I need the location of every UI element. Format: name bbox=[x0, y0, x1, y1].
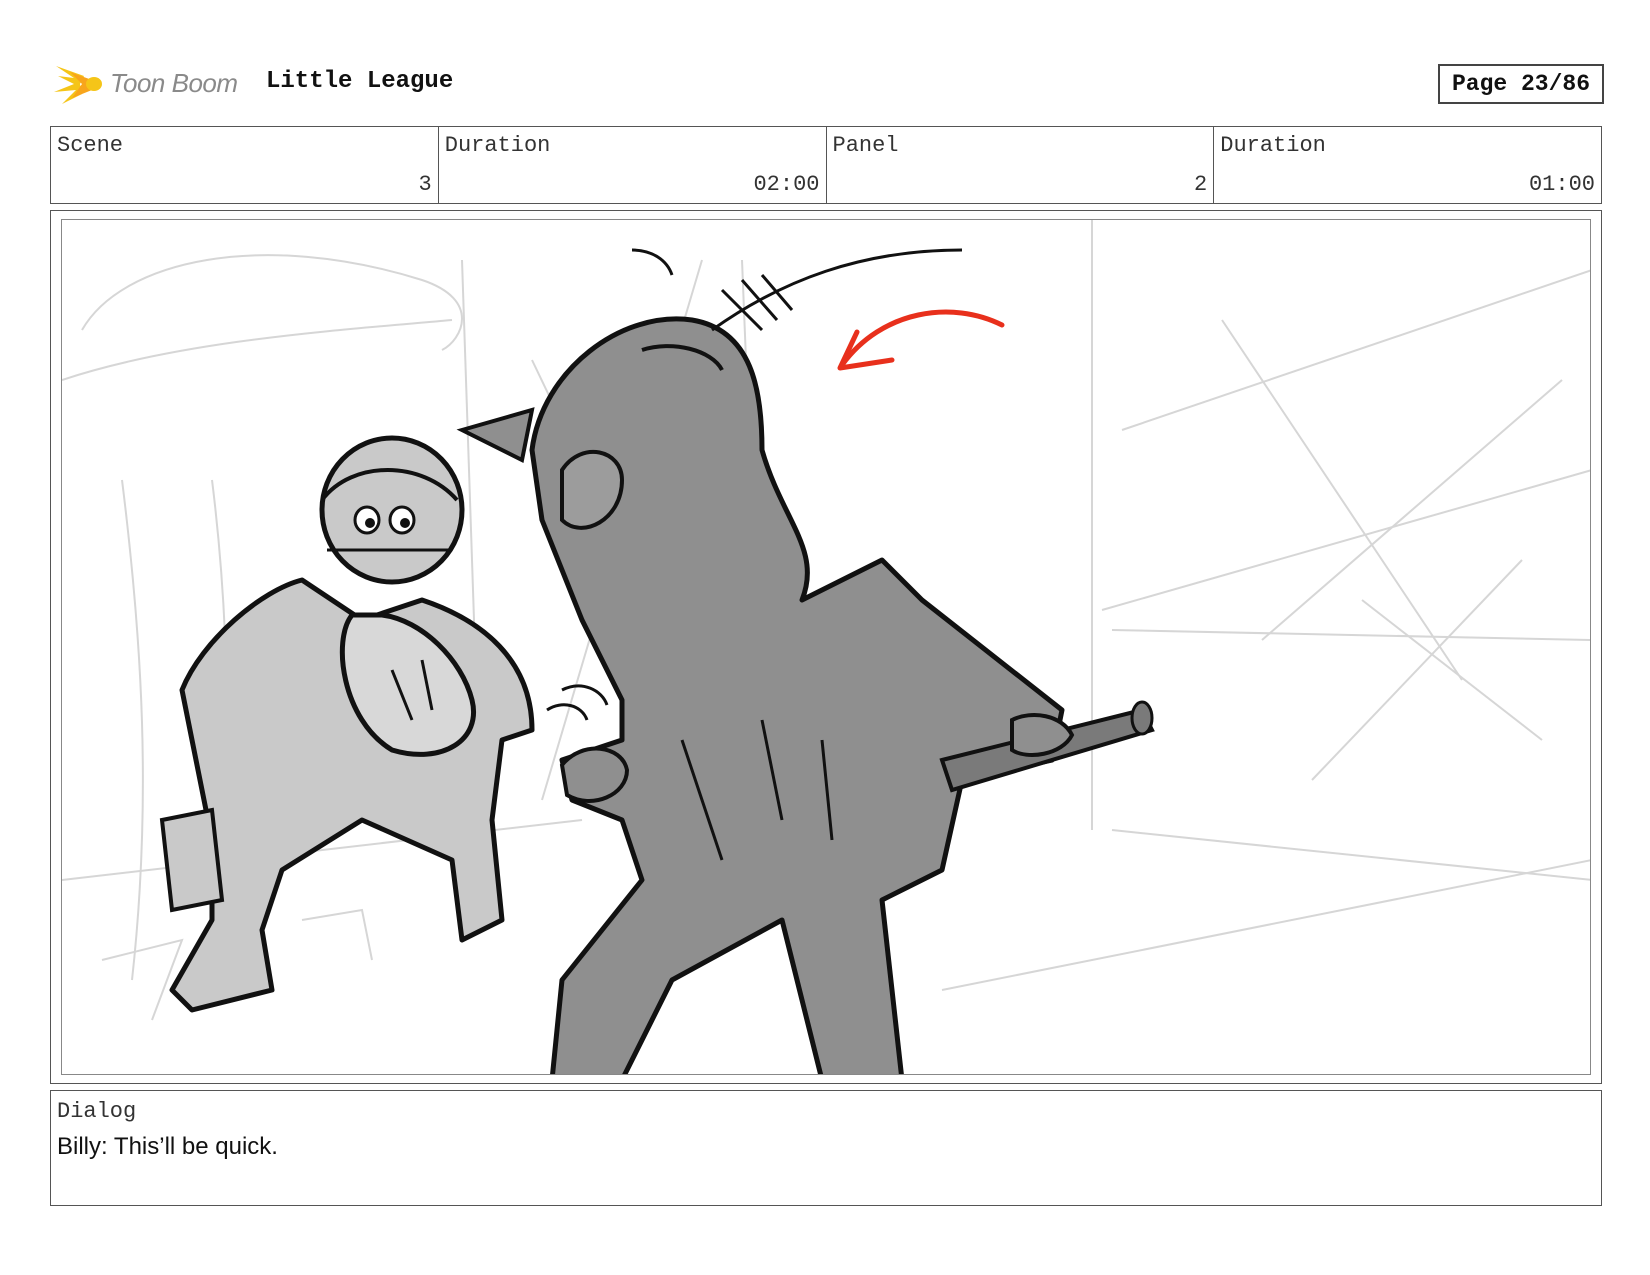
panel-frame bbox=[50, 210, 1602, 1084]
starburst-logo-icon bbox=[54, 66, 102, 104]
scene-cell: Scene 3 bbox=[51, 127, 439, 203]
panel-duration-label: Duration bbox=[1220, 133, 1326, 158]
logo-text: Toon Boom bbox=[110, 68, 238, 98]
panel-label: Panel bbox=[832, 133, 899, 158]
panel-drawing bbox=[61, 219, 1591, 1075]
dialog-label: Dialog bbox=[57, 1099, 137, 1124]
info-row: Scene 3 Duration 02:00 Panel 2 Duration … bbox=[50, 126, 1602, 204]
scene-label: Scene bbox=[57, 133, 124, 158]
project-title: Little League bbox=[266, 68, 454, 95]
panel-cell: Panel 2 bbox=[827, 127, 1215, 203]
scene-duration-value: 02:00 bbox=[753, 172, 820, 197]
panel-value: 2 bbox=[1194, 172, 1208, 197]
panel-duration-value: 01:00 bbox=[1528, 172, 1595, 197]
dialog-box: Dialog Billy: This’ll be quick. bbox=[50, 1090, 1602, 1206]
toon-boom-logo: Toon Boom bbox=[52, 58, 252, 110]
storyboard-header: Toon Boom Little League Page 23/86 bbox=[52, 56, 1604, 112]
scene-duration-cell: Duration 02:00 bbox=[439, 127, 827, 203]
batter-figure bbox=[456, 316, 1155, 1074]
page-number: Page 23/86 bbox=[1438, 64, 1604, 104]
direction-arrow-icon bbox=[837, 309, 1005, 371]
dialog-text: Billy: This’ll be quick. bbox=[57, 1133, 278, 1160]
storyboard-sketch bbox=[62, 220, 1590, 1074]
scene-duration-label: Duration bbox=[444, 133, 551, 158]
panel-duration-cell: Duration 01:00 bbox=[1214, 127, 1601, 203]
scene-value: 3 bbox=[418, 172, 432, 197]
